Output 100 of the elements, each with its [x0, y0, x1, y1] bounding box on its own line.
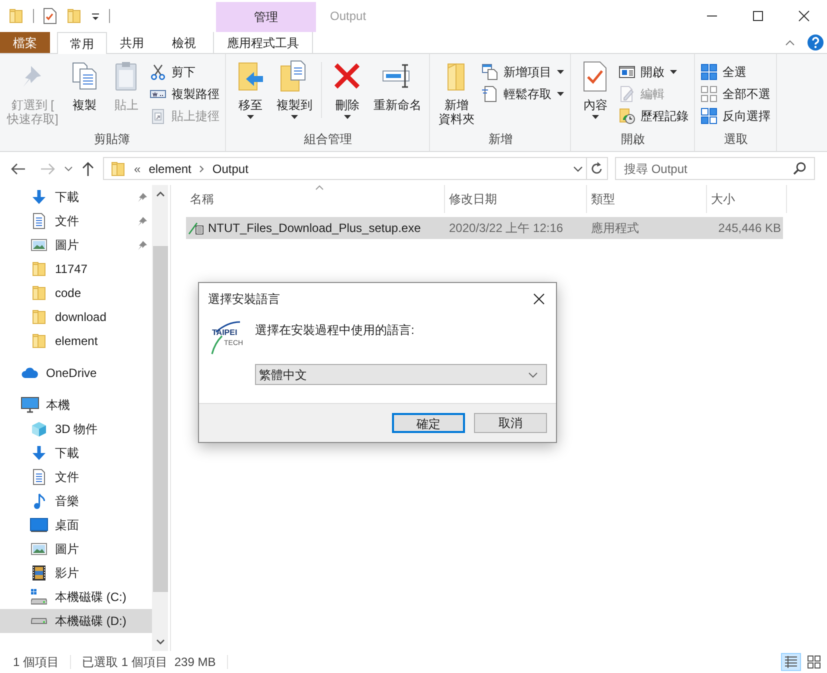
- sidebar-item[interactable]: 本機磁碟 (C:): [0, 585, 152, 609]
- table-cell: 應用程式: [591, 221, 639, 235]
- chevron-down-icon[interactable]: [573, 166, 583, 172]
- ribbon-tab[interactable]: 檢視: [157, 32, 211, 53]
- document-icon: [31, 469, 47, 485]
- refresh-button[interactable]: [587, 157, 608, 180]
- dialog-button[interactable]: 確定: [392, 413, 465, 433]
- ribbon-tab[interactable]: 檔案: [0, 32, 50, 53]
- sidebar-item[interactable]: 本機: [0, 393, 152, 417]
- dialog-button[interactable]: 取消: [474, 413, 547, 433]
- chevron-down-icon[interactable]: [64, 166, 73, 172]
- ribbon-button[interactable]: 反向選擇: [698, 105, 774, 127]
- film-icon: [32, 565, 46, 581]
- breadcrumb[interactable]: Output: [212, 160, 248, 178]
- status-text: 已選取 1 個項目: [82, 654, 168, 670]
- dialog-title: 選擇安裝語言: [208, 290, 281, 308]
- sidebar-item[interactable]: 下載: [0, 441, 152, 465]
- close-icon[interactable]: [533, 292, 545, 304]
- folder-icon: [31, 261, 47, 277]
- table-cell-text: NTUT_Files_Download_Plus_setup.exe: [208, 220, 421, 237]
- column-header[interactable]: 名稱: [186, 185, 445, 213]
- download-arrow-icon: [31, 189, 47, 205]
- search-field[interactable]: 搜尋 Output: [615, 157, 815, 180]
- back-arrow-icon[interactable]: [10, 162, 26, 176]
- ribbon-button[interactable]: 新增項目: [479, 61, 568, 83]
- sidebar-item[interactable]: 圖片: [0, 233, 152, 257]
- sidebar-item[interactable]: 本機磁碟 (D:): [0, 609, 152, 633]
- window-documents-icon: [482, 64, 498, 80]
- scroll-thumb[interactable]: [152, 246, 168, 592]
- ribbon-button[interactable]: 移至: [229, 60, 272, 119]
- column-header[interactable]: 類型: [587, 185, 707, 213]
- table-cell: 2020/3/22 上午 12:16: [449, 221, 564, 235]
- ribbon-button[interactable]: 內容: [574, 60, 616, 119]
- ribbon-button[interactable]: 全部不選: [698, 83, 774, 105]
- chevron-up-icon[interactable]: [785, 39, 795, 46]
- caret-icon[interactable]: [91, 12, 100, 20]
- ribbon-button[interactable]: 輕鬆存取: [479, 83, 568, 105]
- monitor-icon: [21, 397, 39, 413]
- address-field[interactable]: « element Output: [103, 157, 587, 180]
- maximize-icon[interactable]: [752, 10, 764, 22]
- ribbon-button[interactable]: 新增 資料夾: [433, 60, 480, 126]
- breadcrumb[interactable]: element: [148, 160, 192, 178]
- desktop-icon: [30, 518, 48, 532]
- grid-outline-icon: [701, 86, 718, 102]
- language-select[interactable]: 繁體中文: [255, 364, 547, 385]
- grid-mixed-icon: [701, 108, 718, 124]
- scrollbar[interactable]: [152, 185, 168, 651]
- scroll-down-icon[interactable]: [156, 639, 164, 645]
- large-icons-view-icon: [807, 654, 821, 668]
- folder-icon: [110, 160, 126, 176]
- window-title: Output: [330, 8, 366, 25]
- sidebar-item[interactable]: element: [0, 329, 152, 353]
- download-arrow-icon: [31, 445, 47, 461]
- ribbon-button[interactable]: 刪除: [326, 60, 368, 119]
- refresh-icon: [591, 162, 603, 175]
- file-row[interactable]: NTUT_Files_Download_Plus_setup.exe 2020/3/22 上午 12:16 應用程式 245,446 KB: [186, 217, 783, 239]
- ribbon-button[interactable]: 歷程記錄: [616, 105, 692, 127]
- picture-icon: [31, 541, 47, 557]
- sidebar-item[interactable]: 3D 物件: [0, 417, 152, 441]
- sidebar-item[interactable]: OneDrive: [0, 361, 152, 385]
- close-icon[interactable]: [798, 10, 810, 22]
- status-text: 1 個項目: [13, 654, 60, 670]
- document-check-icon[interactable]: [43, 8, 57, 24]
- column-header[interactable]: 修改日期: [445, 185, 587, 213]
- ribbon-button[interactable]: 剪下: [147, 61, 222, 83]
- ribbon-button[interactable]: 複製路徑: [147, 83, 222, 105]
- ribbon-tab[interactable]: 常用: [57, 32, 107, 54]
- logo-text: TAIPEI: [212, 329, 238, 337]
- ribbon-button[interactable]: 複製到: [271, 60, 318, 119]
- drive-icon: [31, 589, 47, 605]
- column-header[interactable]: 大小: [707, 185, 787, 213]
- sidebar-item[interactable]: 11747: [0, 257, 152, 281]
- up-arrow-icon[interactable]: [81, 160, 95, 176]
- ribbon-tab[interactable]: 共用: [107, 32, 157, 53]
- table-cell-text: 245,446 KB: [718, 220, 781, 237]
- document-lines-icon: [482, 86, 498, 102]
- sidebar-item[interactable]: 文件: [0, 465, 152, 489]
- ribbon-tab[interactable]: 應用程式工具: [213, 32, 313, 53]
- status-text: 239 MB: [174, 654, 216, 670]
- ribbon-button[interactable]: 重新命名: [368, 60, 426, 112]
- group-label: 開啟: [620, 131, 646, 148]
- help-icon[interactable]: [807, 34, 824, 51]
- sidebar-item[interactable]: 文件: [0, 209, 152, 233]
- sidebar-item[interactable]: 下載: [0, 185, 152, 209]
- sidebar-item[interactable]: 圖片: [0, 537, 152, 561]
- ribbon-button[interactable]: 開啟: [616, 61, 692, 83]
- overflow-chevron[interactable]: «: [134, 160, 141, 178]
- sidebar-item[interactable]: download: [0, 305, 152, 329]
- drive-icon: [31, 618, 47, 624]
- sidebar-item[interactable]: 桌面: [0, 513, 152, 537]
- folder-clock-icon: [619, 108, 636, 124]
- ribbon-button[interactable]: 複製: [63, 60, 106, 112]
- sidebar-item[interactable]: 音樂: [0, 489, 152, 513]
- ribbon-button[interactable]: 全選: [698, 61, 774, 83]
- view-button[interactable]: [781, 652, 801, 670]
- sidebar-item[interactable]: 影片: [0, 561, 152, 585]
- picture-icon: [31, 237, 47, 253]
- grid-icon: [701, 64, 718, 80]
- sidebar-item[interactable]: code: [0, 281, 152, 305]
- scroll-up-icon[interactable]: [156, 191, 164, 197]
